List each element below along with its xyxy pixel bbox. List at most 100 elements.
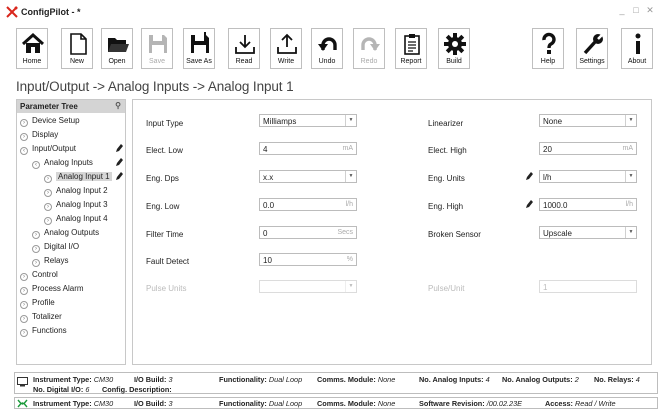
tree-item-analog-input-1[interactable]: › Analog Input 1 [44, 172, 112, 184]
fault-detect-input[interactable]: 10% [259, 253, 357, 266]
expand-icon[interactable]: › [44, 217, 52, 225]
undo-button[interactable]: Undo [311, 28, 343, 69]
app-logo-icon [6, 6, 18, 18]
config-status-bar: Instrument Type: CM30 I/O Build: 3 Funct… [14, 372, 658, 394]
tree-item-device-setup[interactable]: › Device Setup [20, 116, 80, 128]
folder-open-icon [108, 38, 129, 52]
eng-units-label: Eng. Units [428, 174, 465, 183]
wrench-icon [583, 33, 604, 55]
tree-item-control[interactable]: › Control [20, 270, 58, 282]
expand-icon[interactable]: › [20, 315, 28, 323]
info-icon [635, 33, 641, 54]
save-button[interactable]: Save [141, 28, 173, 69]
breadcrumb: Input/Output -> Analog Inputs -> Analog … [16, 79, 294, 94]
build-button[interactable]: Build [438, 28, 470, 69]
read-button[interactable]: Read [228, 28, 260, 69]
expand-icon[interactable]: › [20, 133, 28, 141]
eng-units-select[interactable]: l/h ▼ [539, 170, 637, 183]
broken-sensor-label: Broken Sensor [428, 230, 481, 239]
settings-button[interactable]: Settings [576, 28, 608, 69]
eng-dps-select[interactable]: x.x ▼ [259, 170, 357, 183]
tree-item-process-alarm[interactable]: › Process Alarm [20, 284, 84, 296]
input-type-label: Input Type [146, 119, 184, 128]
input-type-select[interactable]: Milliamps ▼ [259, 114, 357, 127]
tree-item-analog-input-2[interactable]: › Analog Input 2 [44, 186, 108, 198]
tree-item-display[interactable]: › Display [20, 130, 58, 142]
tree-item-analog-outputs[interactable]: › Analog Outputs [32, 228, 99, 240]
monitor-icon [17, 377, 28, 387]
chevron-down-icon: ▼ [625, 171, 636, 182]
filter-time-label: Filter Time [146, 230, 184, 239]
download-icon [235, 35, 255, 54]
eng-dps-label: Eng. Dps [146, 174, 179, 183]
expand-icon[interactable]: › [44, 203, 52, 211]
expand-icon[interactable]: › [32, 231, 40, 239]
undo-icon [318, 37, 337, 51]
expand-icon[interactable]: › [20, 329, 28, 337]
question-mark-icon [542, 32, 556, 54]
filter-time-input[interactable]: 0 Secs [259, 226, 357, 239]
expand-icon[interactable]: › [20, 273, 28, 281]
eng-high-input[interactable]: 1000.0 l/h [539, 198, 637, 211]
home-button[interactable]: Home [16, 28, 48, 69]
tree-item-digital-io[interactable]: › Digital I/O [32, 242, 79, 254]
pulse-unit-input[interactable]: 1 [539, 280, 637, 293]
maximize-icon[interactable]: □ [631, 5, 641, 16]
upload-icon [277, 33, 297, 54]
pulse-units-select[interactable]: ▼ [259, 280, 357, 293]
tree-item-totalizer[interactable]: › Totalizer [20, 312, 62, 324]
expand-icon[interactable]: › [20, 301, 28, 309]
pencil-icon [526, 200, 533, 208]
write-button[interactable]: Write [270, 28, 302, 69]
new-file-icon [70, 33, 87, 55]
collapse-icon[interactable]: ‹ [32, 161, 40, 169]
save-as-button[interactable]: Save As [183, 28, 215, 69]
expand-icon[interactable]: › [44, 189, 52, 197]
chevron-down-icon: ▼ [625, 115, 636, 126]
close-icon[interactable]: ✕ [645, 5, 655, 16]
fault-detect-label: Fault Detect [146, 257, 190, 266]
collapse-icon[interactable]: ‹ [20, 147, 28, 155]
tree-item-input-output[interactable]: ‹ Input/Output [20, 144, 76, 156]
save-icon [149, 35, 167, 53]
expand-icon[interactable]: › [20, 287, 28, 295]
elect-low-label: Elect. Low [146, 146, 183, 155]
gear-icon [444, 33, 466, 55]
pin-icon[interactable]: ⚲ [115, 101, 121, 110]
expand-icon[interactable]: › [32, 245, 40, 253]
eng-low-input[interactable]: 0.0 l/h [259, 198, 357, 211]
tree-item-functions[interactable]: › Functions [20, 326, 67, 338]
analog-input-form: Input Type Milliamps ▼ Linearizer None ▼ E… [132, 99, 652, 365]
expand-icon[interactable]: › [44, 175, 52, 183]
tree-item-profile[interactable]: › Profile [20, 298, 55, 310]
parameter-tree: Parameter Tree ⚲ › Device Setup › Display … [16, 99, 126, 365]
tree-item-analog-inputs[interactable]: ‹ Analog Inputs [32, 158, 93, 170]
broken-sensor-select[interactable]: Upscale ▼ [539, 226, 637, 239]
expand-icon[interactable]: › [20, 119, 28, 127]
eng-low-label: Eng. Low [146, 202, 180, 211]
redo-icon [361, 37, 380, 51]
elect-low-input[interactable]: 4 mA [259, 142, 357, 155]
tree-item-analog-input-3[interactable]: › Analog Input 3 [44, 200, 108, 212]
report-button[interactable]: Report [395, 28, 427, 69]
linearizer-label: Linearizer [428, 119, 464, 128]
window-title: ConfigPilot - * [21, 7, 81, 17]
open-button[interactable]: Open [101, 28, 133, 69]
elect-high-label: Elect. High [428, 146, 467, 155]
linearizer-select[interactable]: None ▼ [539, 114, 637, 127]
pencil-icon [116, 158, 123, 166]
about-button[interactable]: About [621, 28, 653, 69]
new-button[interactable]: New [61, 28, 93, 69]
pencil-icon [116, 172, 123, 180]
title-bar: ConfigPilot - * _ □ ✕ [0, 0, 663, 24]
minimize-icon[interactable]: _ [617, 5, 627, 16]
pulse-unit-label: Pulse/Unit [428, 284, 465, 293]
tree-item-analog-input-4[interactable]: › Analog Input 4 [44, 214, 108, 226]
chevron-down-icon: ▼ [345, 281, 356, 292]
redo-button[interactable]: Redo [353, 28, 385, 69]
tree-item-relays[interactable]: › Relays [32, 256, 68, 268]
instrument-status-bar: Instrument Type: CM30 I/O Build: 3 Funct… [14, 397, 658, 409]
expand-icon[interactable]: › [32, 259, 40, 267]
elect-high-input[interactable]: 20 mA [539, 142, 637, 155]
help-button[interactable]: Help [532, 28, 564, 69]
